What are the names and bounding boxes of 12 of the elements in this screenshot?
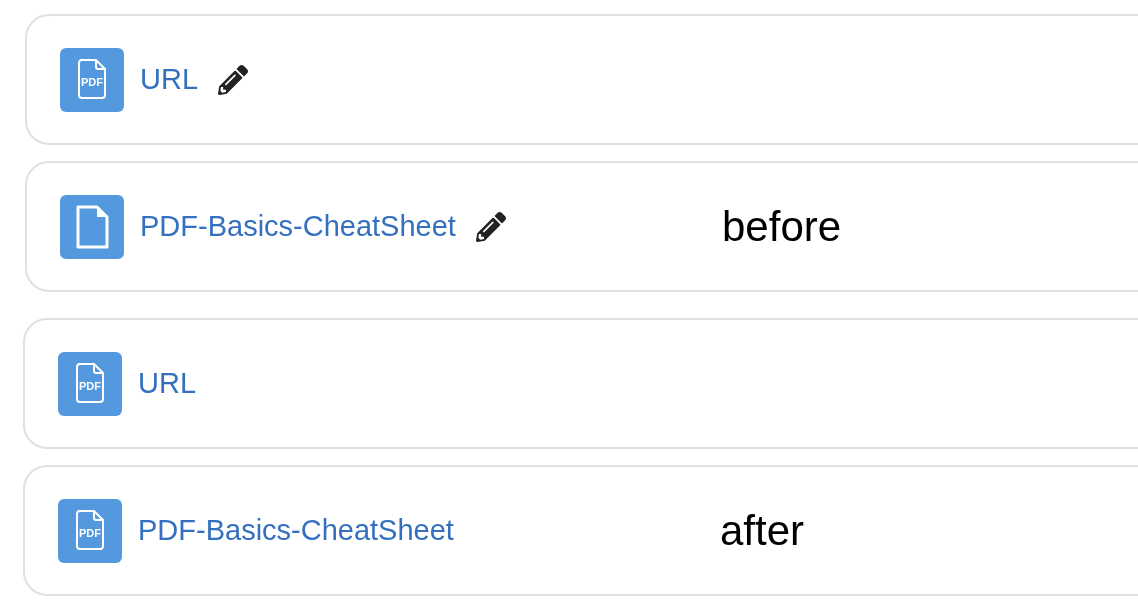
pencil-icon[interactable]	[218, 64, 248, 95]
pencil-icon[interactable]	[475, 211, 506, 242]
file-name-link[interactable]: URL	[140, 57, 198, 102]
file-icon	[60, 194, 124, 259]
file-name-link[interactable]: PDF-Basics-CheatSheet	[138, 508, 454, 553]
file-name-link[interactable]: URL	[138, 361, 196, 406]
pdf-file-icon: PDF	[58, 498, 122, 563]
caption: after	[720, 506, 805, 556]
pdf-file-icon: PDF	[60, 47, 124, 112]
pdf-file-icon: PDF	[58, 351, 122, 416]
file-name-link[interactable]: PDF-Basics-CheatSheet	[140, 204, 456, 249]
caption: before	[722, 202, 842, 252]
